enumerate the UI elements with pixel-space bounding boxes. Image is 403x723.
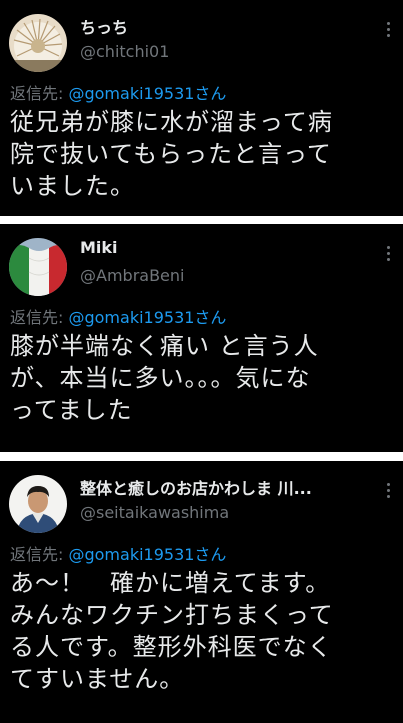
user-handle[interactable]: @AmbraBeni — [80, 266, 184, 285]
display-name[interactable]: Miki — [80, 238, 118, 257]
tweet-text-line: いました。 — [10, 172, 135, 200]
avatar[interactable] — [9, 238, 67, 296]
more-options-icon[interactable] — [387, 22, 391, 38]
tweet-text: あ～！ 確かに増えてます。 みんなワクチン打ちまくって る人です。整形外科医でな… — [10, 567, 395, 695]
tweet-text: 従兄弟が膝に水が溜まって病 院で抜いてもらったと言って いました。 — [10, 106, 395, 202]
tweet-text-line: てすいません。 — [10, 665, 185, 693]
tweet-text-line: みんなワクチン打ちまくって — [10, 601, 334, 629]
reply-prefix: 返信先: — [10, 308, 69, 327]
reply-context: 返信先: @gomaki19531さん — [10, 304, 226, 328]
tweet-text-line: あ～！ 確かに増えてます。 — [10, 569, 331, 597]
tweet-text-line: る人です。整形外科医でなく — [10, 633, 333, 661]
reply-to-link[interactable]: @gomaki19531さん — [68, 308, 226, 327]
user-handle[interactable]: @seitaikawashima — [80, 503, 229, 522]
display-name[interactable]: ちっち — [80, 14, 128, 38]
decorative-fan-avatar-icon — [9, 14, 67, 72]
tweet-text-line: ってました — [10, 396, 133, 424]
tweet-card[interactable]: 整体と癒しのお店かわしま 川... @seitaikawashima 返信先: … — [0, 461, 403, 723]
reply-context: 返信先: @gomaki19531さん — [10, 541, 226, 565]
reply-context: 返信先: @gomaki19531さん — [10, 80, 226, 104]
person-photo-avatar-icon — [9, 475, 67, 533]
italian-flag-avatar-icon — [9, 238, 67, 296]
tweet-text: 膝が半端なく痛い と言う人 が、本当に多い。。。気にな ってました — [10, 330, 395, 426]
tweet-text-line: が、本当に多い。。。気にな — [10, 364, 311, 392]
tweet-text-line: 膝が半端なく痛い と言う人 — [10, 332, 319, 360]
tweet-text-line: 従兄弟が膝に水が溜まって病 — [10, 108, 333, 136]
more-options-icon[interactable] — [387, 246, 391, 262]
more-options-icon[interactable] — [387, 483, 391, 499]
tweet-text-line: 院で抜いてもらったと言って — [10, 140, 332, 168]
tweet-card[interactable]: ちっち @chitchi01 返信先: @gomaki19531さん 従兄弟が膝… — [0, 0, 403, 216]
tweet-card[interactable]: Miki @AmbraBeni 返信先: @gomaki19531さん 膝が半端… — [0, 224, 403, 452]
reply-feed: ちっち @chitchi01 返信先: @gomaki19531さん 従兄弟が膝… — [0, 0, 403, 723]
reply-prefix: 返信先: — [10, 84, 69, 103]
display-name[interactable]: 整体と癒しのお店かわしま 川... — [80, 475, 312, 499]
reply-to-link[interactable]: @gomaki19531さん — [68, 545, 226, 564]
reply-prefix: 返信先: — [10, 545, 69, 564]
user-handle[interactable]: @chitchi01 — [80, 42, 169, 61]
reply-to-link[interactable]: @gomaki19531さん — [68, 84, 226, 103]
avatar[interactable] — [9, 14, 67, 72]
avatar[interactable] — [9, 475, 67, 533]
